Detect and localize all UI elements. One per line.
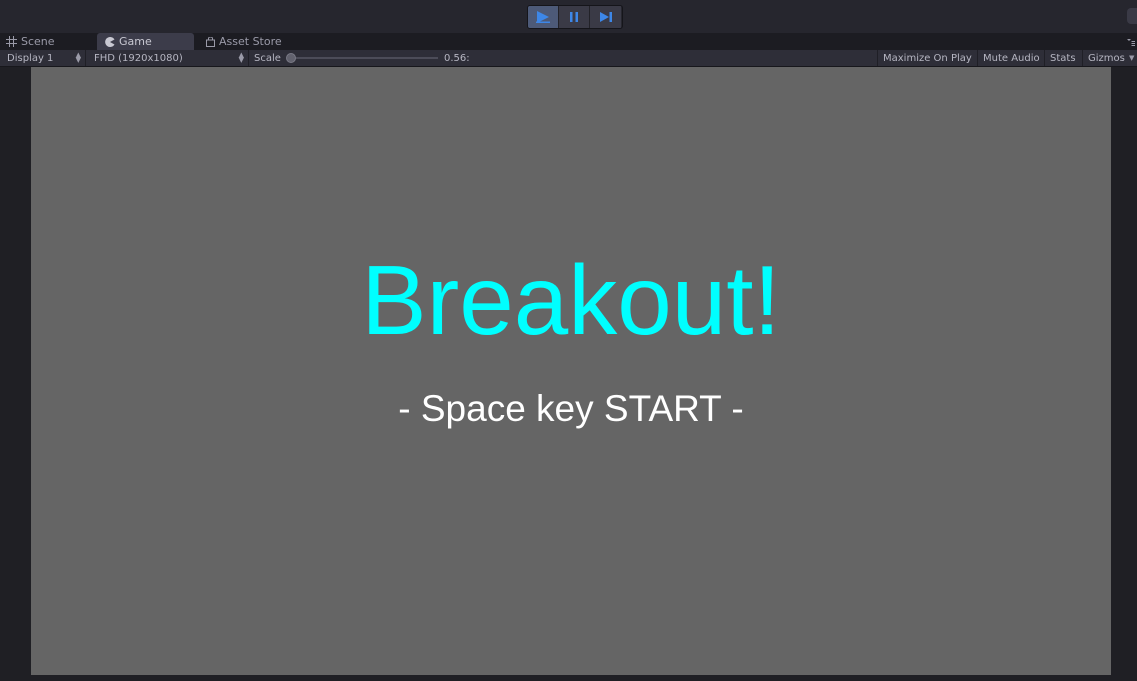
tab-bar: Scene Game Asset Store: [0, 33, 1137, 50]
game-subtitle: - Space key START -: [398, 388, 744, 429]
display-dropdown[interactable]: Display 1 ▲ ▼: [0, 50, 86, 66]
scale-value: 0.56:: [444, 52, 470, 64]
gizmos-dropdown-icon[interactable]: ▼: [1129, 50, 1134, 66]
dropdown-arrows-icon: ▲ ▼: [238, 51, 244, 64]
game-title: Breakout!: [361, 245, 781, 355]
dropdown-arrows-icon: ▲ ▼: [75, 51, 81, 64]
scale-label: Scale: [254, 52, 281, 64]
scale-slider[interactable]: [286, 50, 438, 66]
grid-icon: [6, 36, 17, 47]
layers-dropdown-edge[interactable]: [1127, 8, 1137, 24]
tab-scene[interactable]: Scene: [0, 33, 95, 50]
display-value: Display 1: [7, 52, 54, 64]
stats-button[interactable]: Stats: [1044, 50, 1081, 66]
step-button[interactable]: [590, 6, 621, 28]
unity-editor-window: Scene Game Asset Store Display 1 ▲ ▼ FHD…: [0, 0, 1137, 681]
maximize-on-play-button[interactable]: Maximize On Play: [877, 50, 977, 66]
pause-button[interactable]: [559, 6, 590, 28]
resolution-dropdown[interactable]: FHD (1920x1080) ▲ ▼: [87, 50, 249, 66]
tab-asset-store[interactable]: Asset Store: [200, 33, 310, 50]
tab-game[interactable]: Game: [97, 33, 194, 50]
scale-slider-thumb[interactable]: [286, 53, 296, 63]
mute-audio-button[interactable]: Mute Audio: [977, 50, 1045, 66]
resolution-value: FHD (1920x1080): [94, 52, 183, 64]
pacman-icon: [105, 36, 115, 47]
shopping-bag-icon: [206, 36, 215, 47]
scale-slider-track: [290, 57, 438, 59]
tab-label: Game: [119, 35, 152, 48]
game-viewport-frame: Breakout! - Space key START -: [0, 67, 1137, 681]
play-toolbar: [0, 0, 1137, 34]
game-view-toolbar: Display 1 ▲ ▼ FHD (1920x1080) ▲ ▼ Scale 0.…: [0, 50, 1137, 67]
play-controls: [527, 5, 623, 29]
tab-label: Asset Store: [219, 35, 282, 48]
step-forward-icon: [599, 12, 612, 22]
tab-label: Scene: [21, 35, 55, 48]
pause-icon: [570, 12, 578, 22]
play-button[interactable]: [528, 6, 559, 28]
panel-menu-icon[interactable]: [1127, 38, 1135, 46]
play-icon: [536, 11, 550, 23]
game-view[interactable]: Breakout! - Space key START -: [31, 67, 1111, 675]
